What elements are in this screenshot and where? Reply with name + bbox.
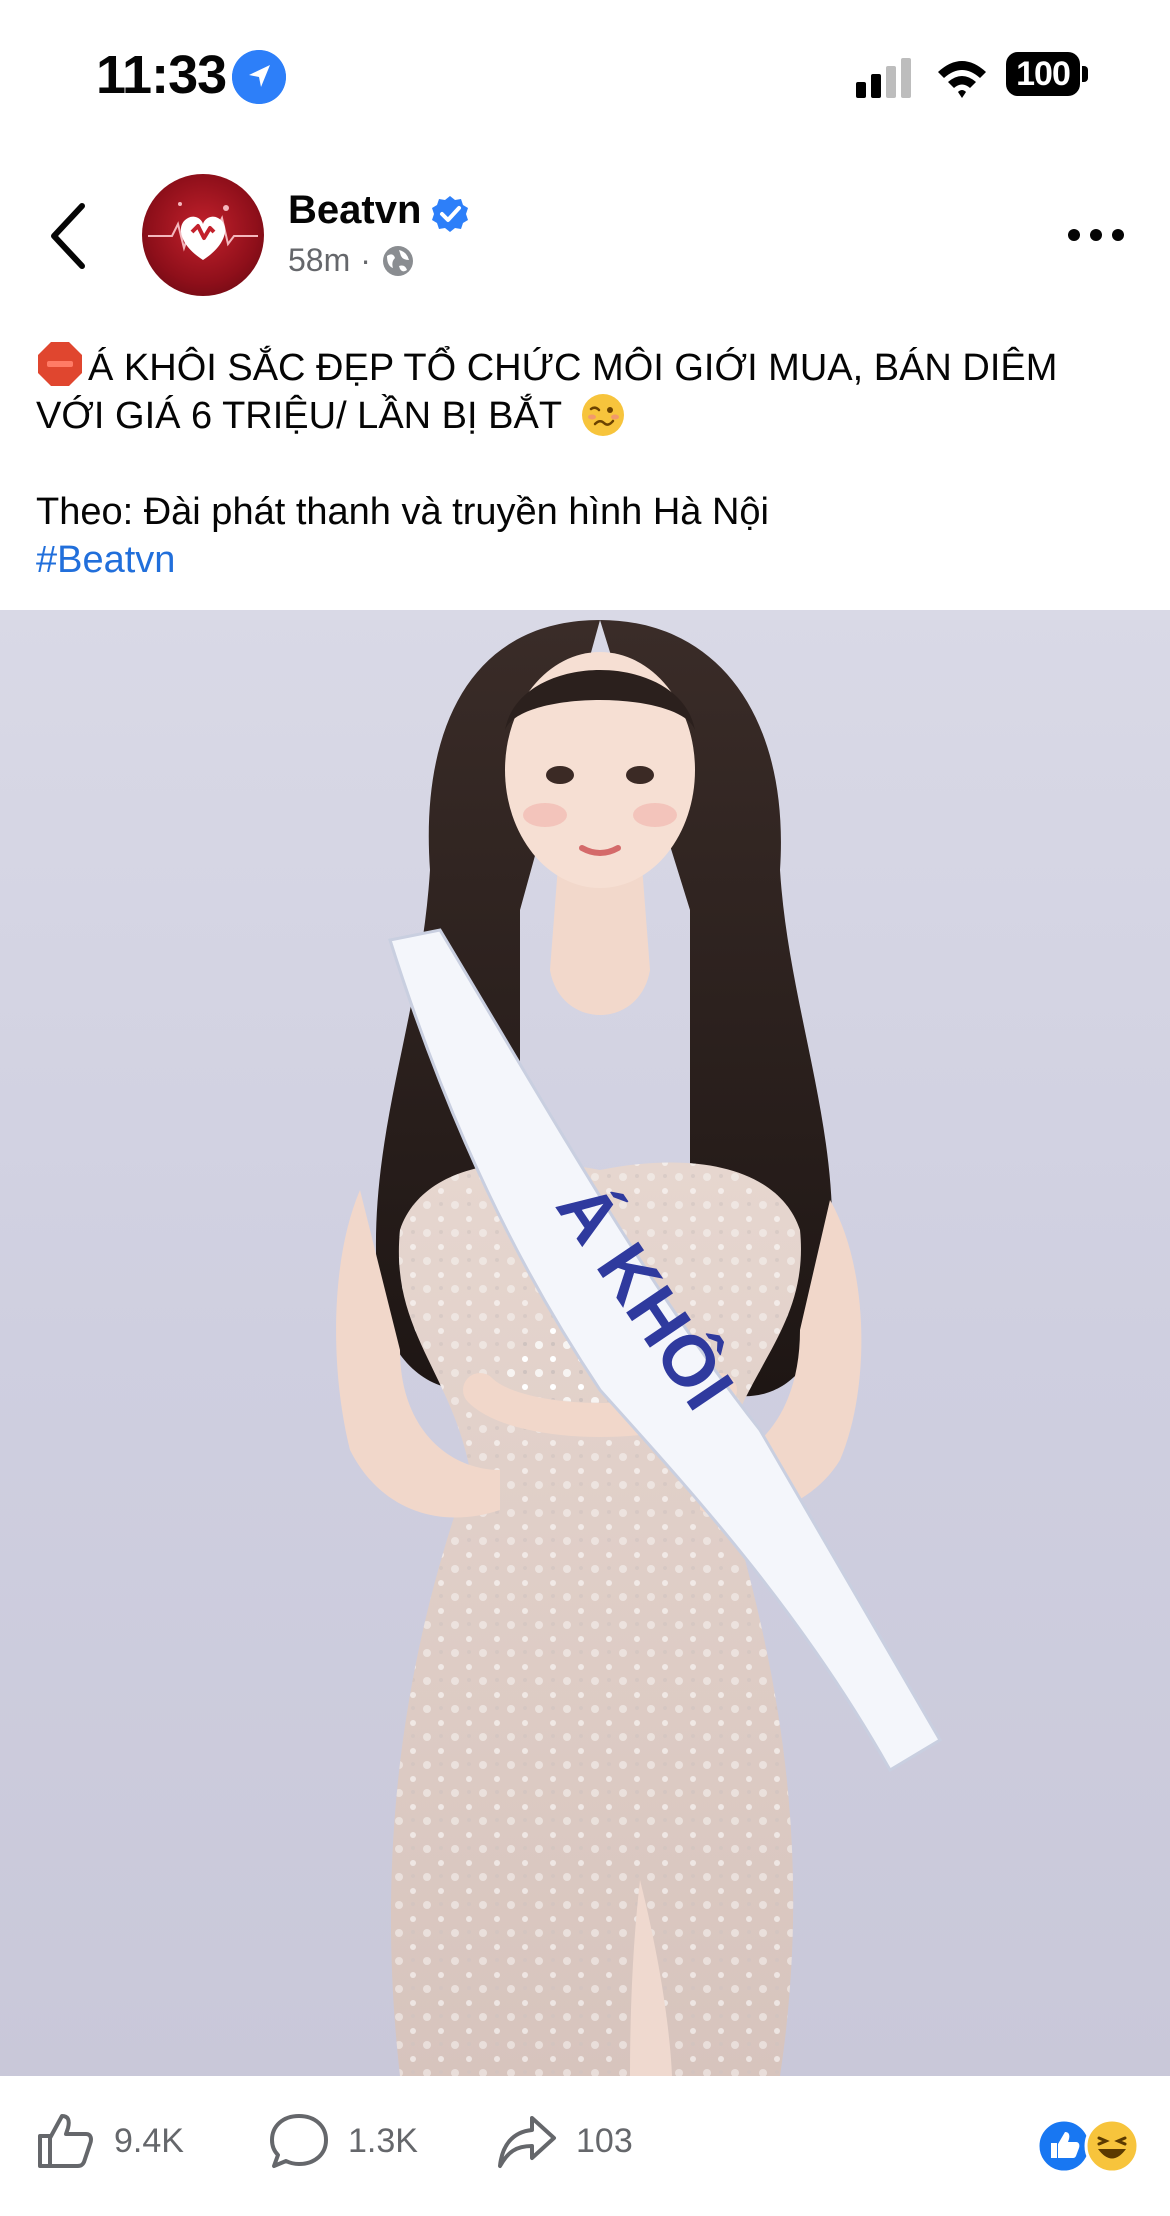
signal-icon: [856, 58, 911, 98]
back-chevron-icon[interactable]: [46, 200, 90, 272]
thumbs-up-icon: [38, 2114, 93, 2168]
share-count: 103: [576, 2121, 633, 2160]
post-caption: Á KHÔI SẮC ĐẸP TỔ CHỨC MÔI GIỚI MUA, BÁN…: [36, 340, 1136, 584]
headline-line-1: Á KHÔI SẮC ĐẸP TỔ CHỨC MÔI GIỚI MUA, BÁN…: [88, 347, 1058, 389]
reaction-icons[interactable]: [1036, 2118, 1140, 2174]
share-button[interactable]: 103: [496, 2110, 633, 2172]
headline-line-2: VỚI GIÁ 6 TRIỆU/ LẦN BỊ BẮT: [36, 395, 562, 437]
share-arrow-icon: [498, 2116, 556, 2168]
beatvn-logo-icon: [148, 202, 258, 260]
comment-button[interactable]: 1.3K: [268, 2110, 418, 2172]
stop-sign-emoji-icon: [38, 342, 82, 386]
hashtag-link[interactable]: #Beatvn: [36, 536, 1136, 584]
meta-separator: ·: [360, 242, 371, 278]
like-button[interactable]: 9.4K: [34, 2110, 184, 2172]
comment-bubble-icon: [270, 2114, 328, 2168]
battery-level: 100: [1006, 52, 1080, 96]
page-name[interactable]: Beatvn: [288, 188, 421, 233]
status-time: 11:33: [96, 45, 227, 105]
headline: Á KHÔI SẮC ĐẸP TỔ CHỨC MÔI GIỚI MUA, BÁN…: [36, 340, 1136, 440]
verified-badge-icon: [432, 196, 468, 232]
wifi-icon: [938, 61, 986, 98]
like-reaction-icon: [1036, 2118, 1092, 2174]
post-meta: 58m ·: [288, 242, 415, 279]
haha-reaction-icon: [1084, 2118, 1140, 2174]
location-arrow-icon: [232, 50, 286, 104]
woozy-face-emoji-icon: [581, 394, 624, 436]
comment-count: 1.3K: [348, 2121, 418, 2160]
more-options-icon[interactable]: [1066, 222, 1126, 248]
post-action-bar: 9.4K 1.3K 103: [0, 2076, 1170, 2216]
like-count: 9.4K: [114, 2121, 184, 2160]
source-line: Theo: Đài phát thanh và truyền hình Hà N…: [36, 491, 770, 533]
post-time[interactable]: 58m: [288, 242, 350, 279]
page-avatar[interactable]: [142, 174, 264, 296]
photo-illustration: Á KHÔI: [336, 620, 943, 2076]
battery-icon: 100: [1006, 52, 1090, 98]
globe-icon: [382, 245, 413, 276]
status-bar: 11:33 100: [0, 0, 1170, 150]
post-photo[interactable]: Á KHÔI: [0, 610, 1170, 2076]
